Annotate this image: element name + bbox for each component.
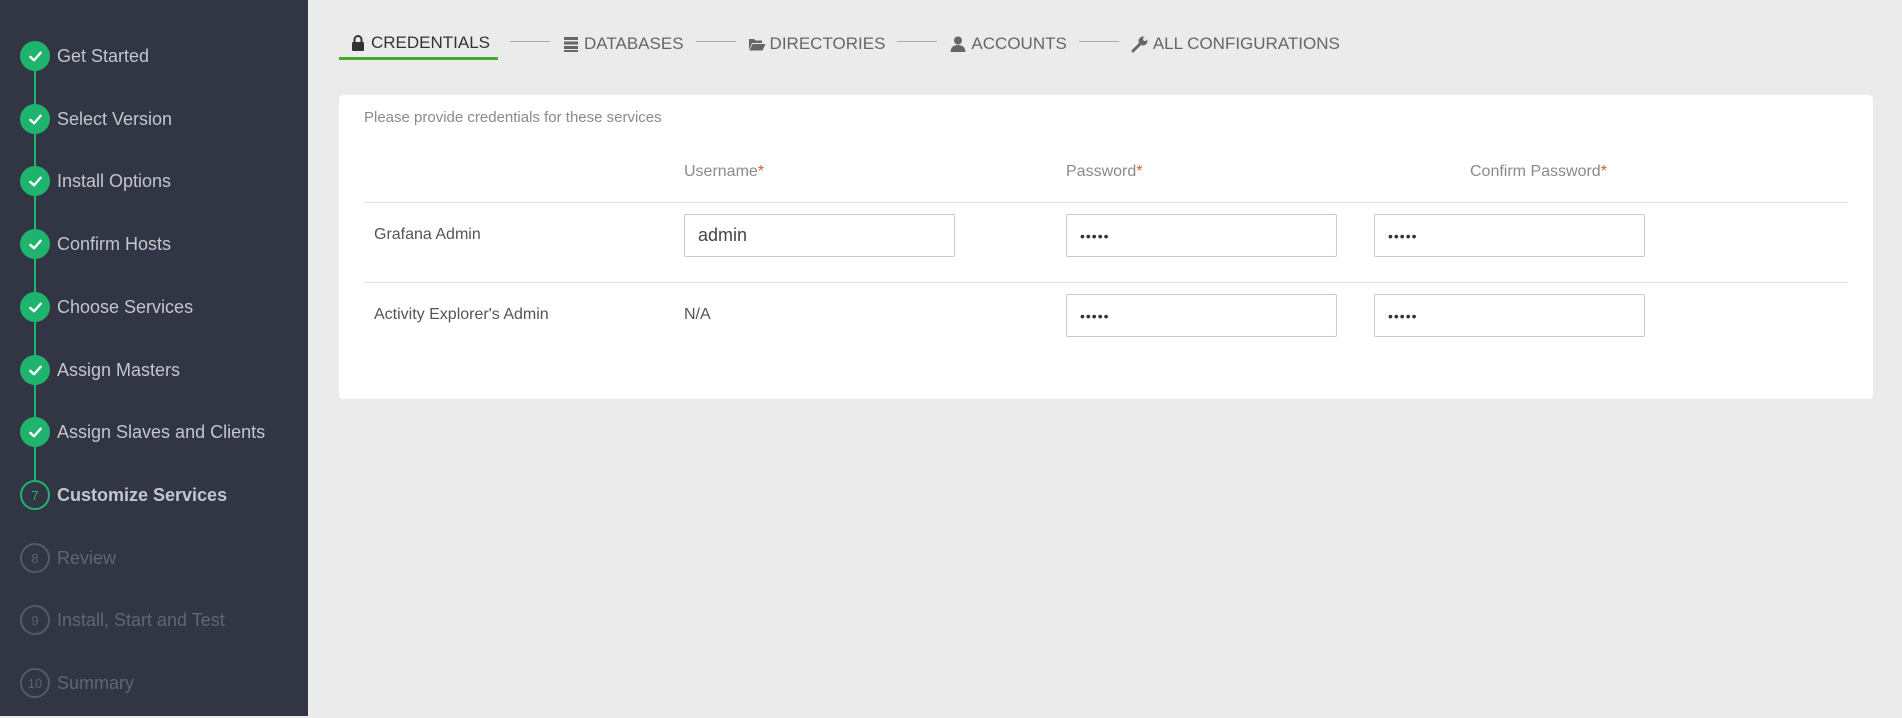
step-choose-services[interactable]: Choose Services (20, 292, 193, 322)
check-icon (20, 229, 50, 259)
check-icon (20, 417, 50, 447)
step-label: Review (57, 547, 117, 568)
step-number: 7 (20, 480, 50, 510)
tab-separator (1078, 41, 1119, 42)
tab-label: ACCOUNTS (971, 34, 1067, 53)
wizard-sidebar: Get Started Select Version Install Optio… (0, 0, 308, 716)
column-header-password: Password* (1066, 163, 1142, 181)
step-label: Assign Slaves and Clients (57, 421, 266, 442)
tab-separator (510, 41, 551, 42)
row-divider (364, 282, 1848, 283)
tab-separator (897, 41, 938, 42)
step-label: Summary (57, 672, 135, 693)
step-summary: 10 Summary (20, 668, 134, 698)
required-mark: * (1136, 163, 1143, 180)
step-label: Install, Start and Test (57, 609, 225, 630)
step-label: Assign Masters (57, 359, 181, 380)
step-confirm-hosts[interactable]: Confirm Hosts (20, 229, 171, 259)
step-get-started[interactable]: Get Started (20, 41, 149, 71)
column-header-confirm-password: Confirm Password* (1470, 163, 1607, 181)
required-mark: * (757, 163, 765, 180)
password-input[interactable]: ••••• (1066, 294, 1337, 337)
confirm-password-input[interactable]: ••••• (1374, 214, 1645, 257)
tab-label: ALL CONFIGURATIONS (1152, 34, 1340, 53)
step-label: Install Options (57, 170, 172, 191)
password-input[interactable]: ••••• (1066, 214, 1337, 257)
step-assign-masters[interactable]: Assign Masters (20, 355, 180, 385)
database-icon (562, 35, 580, 53)
username-not-applicable: N/A (684, 306, 711, 323)
tab-accounts[interactable]: ACCOUNTS (949, 28, 1067, 60)
row-divider (364, 202, 1848, 203)
service-name: Grafana Admin (374, 226, 481, 243)
step-customize-services[interactable]: 7 Customize Services (20, 480, 227, 510)
tab-credentials[interactable]: CREDENTIALS (339, 28, 499, 60)
column-header-username: Username* (684, 163, 764, 181)
step-select-version[interactable]: Select Version (20, 104, 172, 134)
service-name: Activity Explorer's Admin (374, 306, 549, 323)
step-label: Get Started (57, 45, 150, 66)
tab-separator (695, 41, 736, 42)
confirm-password-input[interactable]: ••••• (1374, 294, 1645, 337)
panel-hint: Please provide credentials for these ser… (364, 109, 662, 126)
column-header-label: Username (684, 163, 758, 180)
wrench-icon (1131, 35, 1149, 53)
step-install-options[interactable]: Install Options (20, 166, 171, 196)
username-input[interactable]: admin (684, 214, 955, 257)
main-content: CREDENTIALS DATABASES DIRECTORIES ACCOUN… (308, 0, 1902, 718)
required-mark: * (1600, 163, 1607, 180)
tab-label: DATABASES (584, 34, 684, 53)
lock-icon (349, 34, 367, 52)
check-icon (20, 355, 50, 385)
user-icon (949, 35, 967, 53)
step-label: Customize Services (57, 484, 228, 505)
step-label: Select Version (57, 108, 173, 129)
step-install-start-test: 9 Install, Start and Test (20, 605, 225, 635)
column-header-label: Confirm Password (1470, 163, 1601, 180)
config-tabs: CREDENTIALS DATABASES DIRECTORIES ACCOUN… (339, 28, 1340, 62)
step-number: 8 (20, 543, 50, 573)
check-icon (20, 104, 50, 134)
tab-directories[interactable]: DIRECTORIES (748, 28, 886, 60)
tab-all-configurations[interactable]: ALL CONFIGURATIONS (1131, 28, 1340, 60)
tab-databases[interactable]: DATABASES (562, 28, 684, 60)
folder-open-icon (748, 35, 766, 53)
tab-label: CREDENTIALS (371, 32, 491, 52)
step-review: 8 Review (20, 543, 116, 573)
check-icon (20, 166, 50, 196)
credentials-panel: Please provide credentials for these ser… (339, 95, 1873, 399)
tab-label: DIRECTORIES (769, 34, 886, 53)
check-icon (20, 41, 50, 71)
step-label: Choose Services (57, 296, 194, 317)
check-icon (20, 292, 50, 322)
step-assign-slaves-clients[interactable]: Assign Slaves and Clients (20, 417, 265, 447)
column-header-label: Password (1066, 163, 1137, 180)
step-number: 10 (20, 668, 50, 698)
step-number: 9 (20, 605, 50, 635)
step-label: Confirm Hosts (57, 233, 172, 254)
